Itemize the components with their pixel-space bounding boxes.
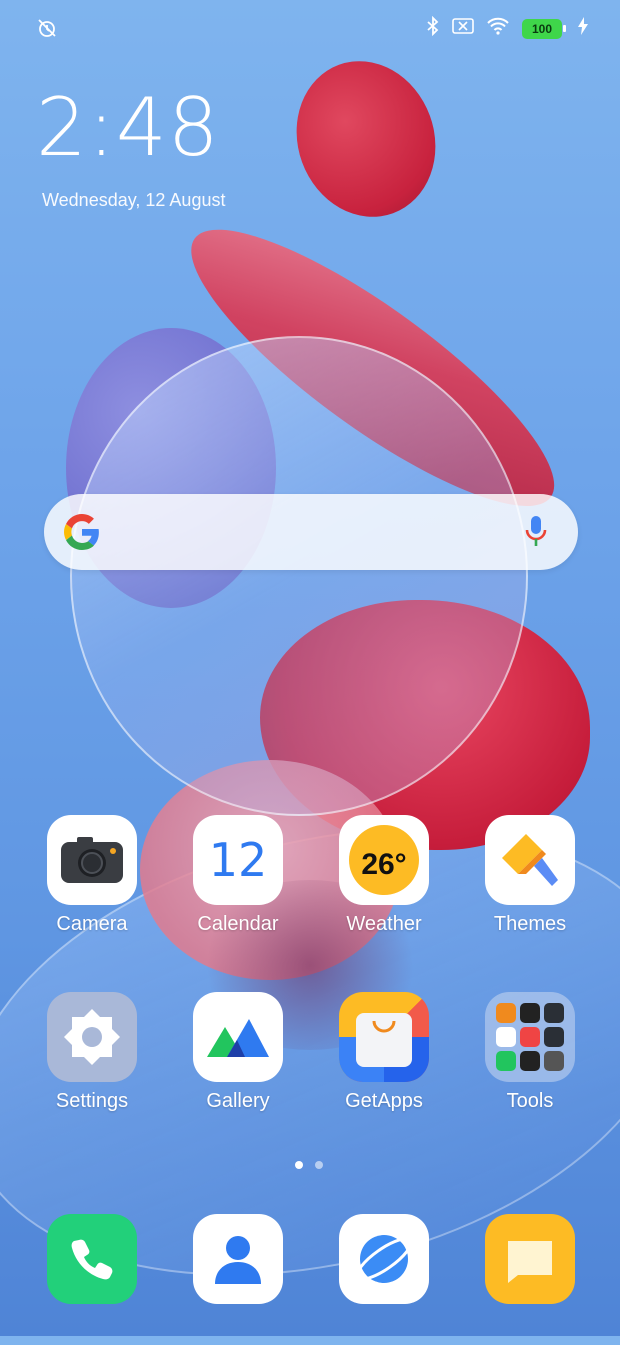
themes-icon[interactable] (485, 815, 575, 905)
app-label: Gallery (206, 1090, 270, 1112)
clock-date[interactable]: Wednesday, 12 August (42, 190, 225, 211)
app-weather[interactable]: 26° Weather (324, 815, 444, 936)
status-bar: 100 (0, 0, 620, 56)
alarm-off-icon (36, 17, 58, 44)
battery-indicator: 100 (522, 18, 566, 39)
bluetooth-icon (426, 15, 440, 41)
phone-icon[interactable] (47, 1214, 137, 1304)
wallpaper-shape (275, 41, 457, 237)
app-settings[interactable]: Settings (32, 992, 152, 1113)
app-tools-folder[interactable]: Tools (470, 992, 590, 1113)
page-indicator (295, 1161, 323, 1169)
battery-level: 100 (522, 18, 562, 39)
app-label: Weather (346, 913, 422, 935)
no-sim-icon (452, 17, 474, 40)
google-g-icon (64, 514, 100, 555)
app-getapps[interactable]: GetApps (324, 992, 444, 1113)
app-gallery[interactable]: Gallery (178, 992, 298, 1113)
calendar-day: 12 (208, 833, 268, 887)
app-label: Calendar (197, 913, 279, 935)
wallpaper-shape (70, 336, 528, 816)
messages-icon[interactable] (485, 1214, 575, 1304)
app-calendar[interactable]: 12 Calendar (178, 815, 298, 936)
app-label: Settings (55, 1090, 129, 1112)
page-dot-active (295, 1161, 303, 1169)
settings-icon[interactable] (47, 992, 137, 1082)
google-search-bar[interactable] (44, 494, 578, 570)
app-label: GetApps (345, 1090, 423, 1112)
weather-icon[interactable]: 26° (339, 815, 429, 905)
gallery-icon[interactable] (193, 992, 283, 1082)
calendar-icon[interactable]: 12 (193, 815, 283, 905)
app-label: Camera (56, 913, 128, 935)
page-dot (315, 1161, 323, 1169)
browser-icon[interactable] (339, 1214, 429, 1304)
app-label: Themes (493, 913, 567, 935)
tools-folder-icon[interactable] (485, 992, 575, 1082)
wifi-icon (486, 17, 510, 40)
clock-time[interactable]: 2:48 (36, 88, 220, 168)
contacts-icon[interactable] (193, 1214, 283, 1304)
getapps-icon[interactable] (339, 992, 429, 1082)
app-themes[interactable]: Themes (470, 815, 590, 936)
weather-temp: 26° (361, 848, 407, 881)
camera-icon[interactable] (47, 815, 137, 905)
app-label: Tools (506, 1090, 554, 1112)
app-camera[interactable]: Camera (32, 815, 152, 936)
charging-bolt-icon (578, 17, 588, 40)
mic-icon[interactable] (524, 514, 548, 555)
